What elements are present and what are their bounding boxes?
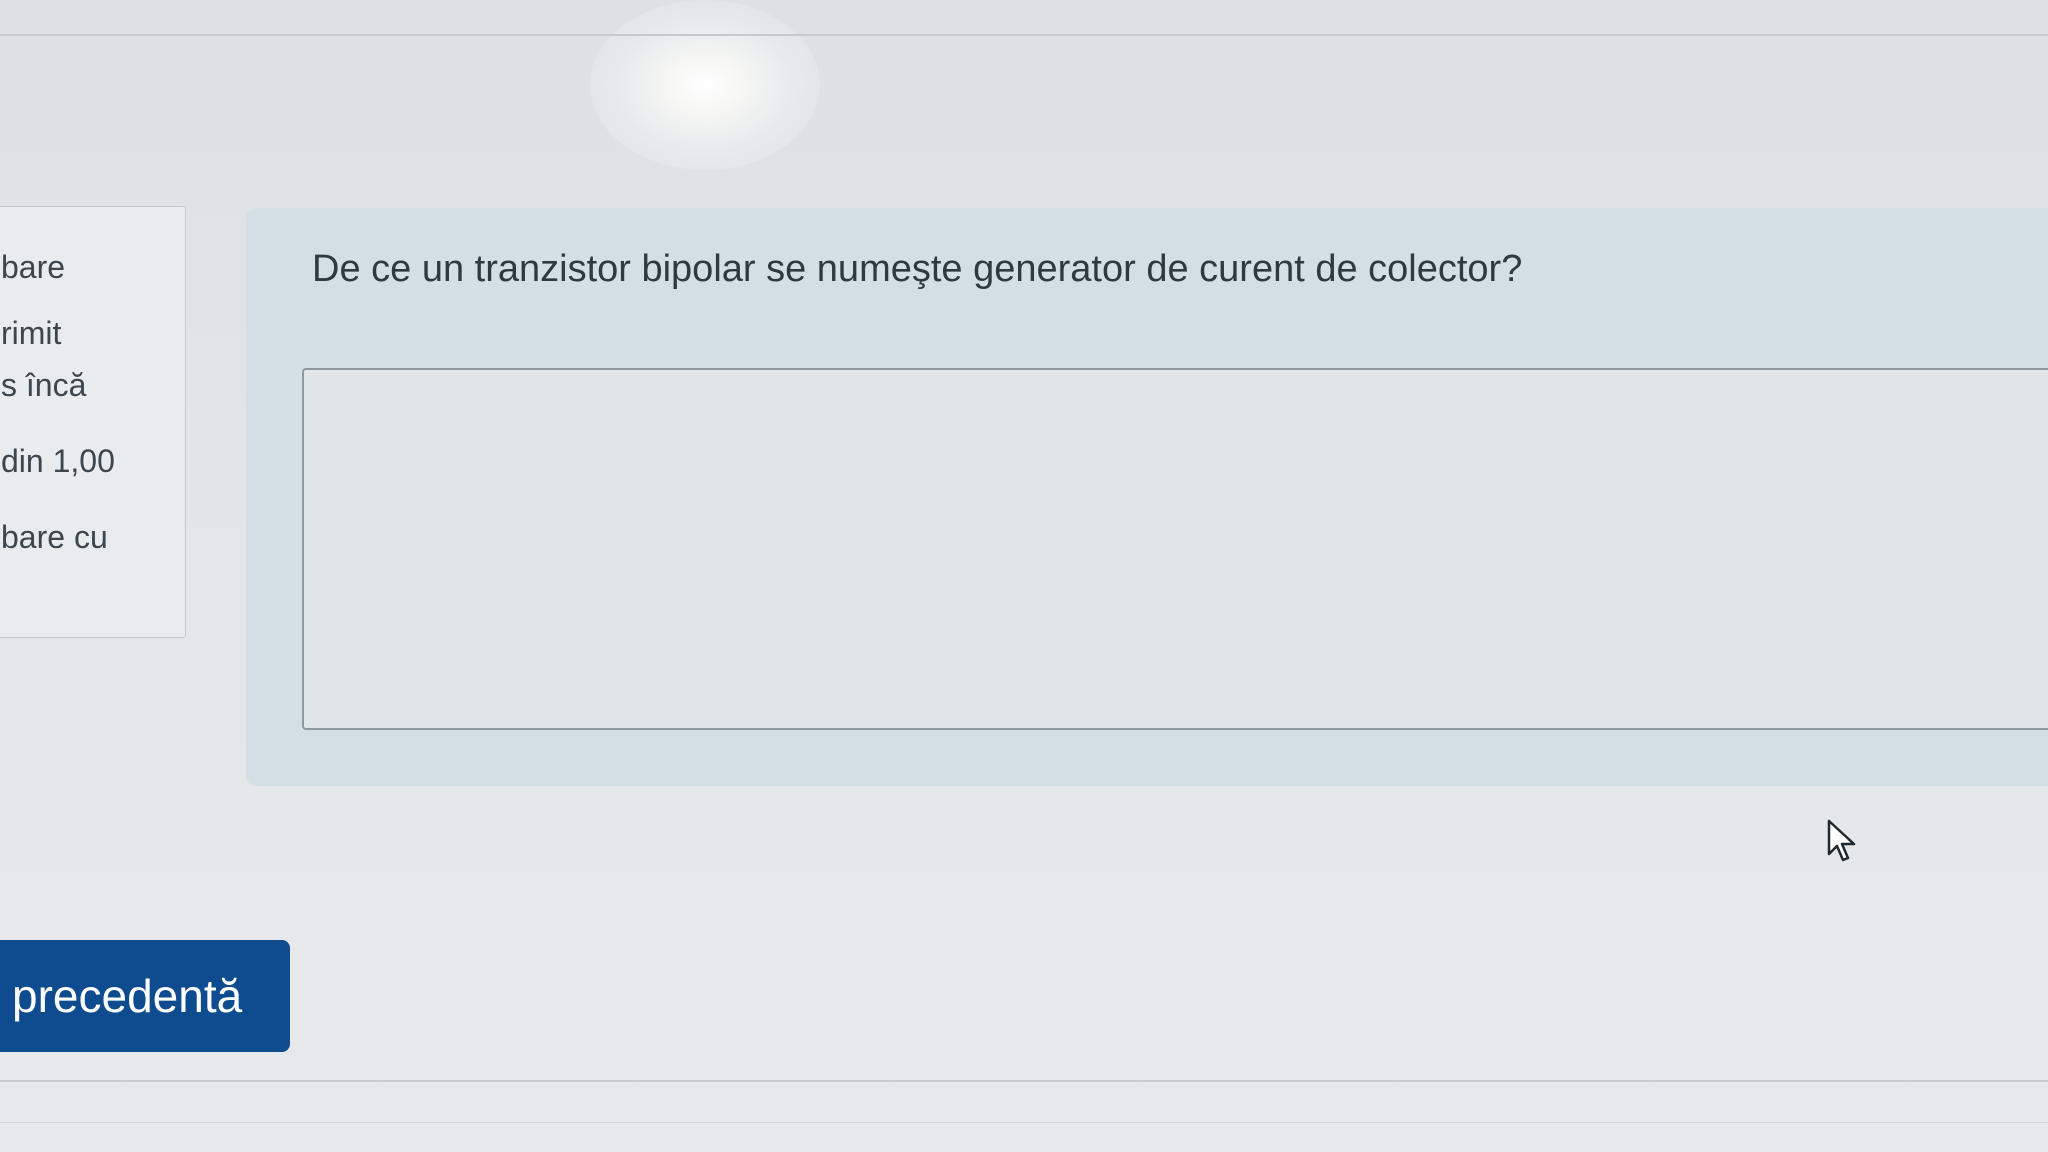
screen-glare: [590, 0, 820, 170]
previous-page-button[interactable]: precedentă: [0, 940, 290, 1052]
question-info-block: bare rimit s încă din 1,00 bare cu: [0, 206, 186, 638]
mouse-pointer-icon: [1827, 819, 1856, 862]
header-divider: [0, 34, 2048, 36]
answer-textarea[interactable]: [302, 368, 2048, 730]
footer-divider: [0, 1080, 2048, 1082]
info-status-line: bare: [1, 249, 66, 285]
question-panel: De ce un tranzistor bipolar se numeşte g…: [246, 208, 2048, 786]
info-flag-line: bare cu: [1, 519, 108, 555]
info-status-line-2: rimit: [1, 315, 62, 351]
info-mark-line: din 1,00: [1, 443, 115, 479]
quiz-page: bare rimit s încă din 1,00 bare cu De ce…: [0, 0, 2048, 1152]
question-text: De ce un tranzistor bipolar se numeşte g…: [312, 248, 1523, 290]
footer-divider-secondary: [0, 1122, 2048, 1123]
info-status-line-3: s încă: [1, 367, 87, 403]
